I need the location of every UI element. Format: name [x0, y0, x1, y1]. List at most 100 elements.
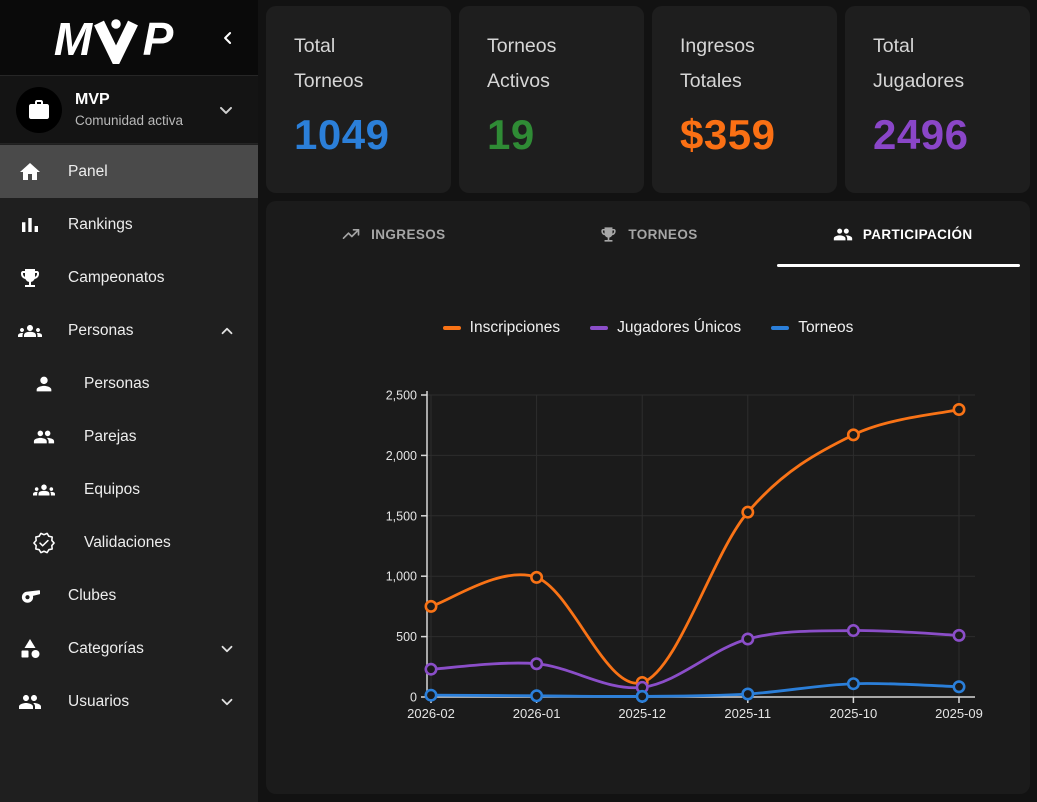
whistle-icon	[18, 584, 42, 608]
main-content: Total Torneos 1049 Torneos Activos 19 In…	[258, 0, 1037, 802]
chart-panel: INGRESOS TORNEOS PARTICIPACIÓN Inscripci…	[266, 201, 1030, 794]
app-root: M P MVP Comunidad activa Panel	[0, 0, 1037, 802]
svg-text:500: 500	[396, 630, 417, 644]
tab-participacion[interactable]: PARTICIPACIÓN	[775, 201, 1030, 267]
sidebar-item-label: Rankings	[68, 216, 133, 234]
sidebar-item-rankings[interactable]: Rankings	[0, 198, 258, 251]
svg-text:2025-10: 2025-10	[830, 706, 878, 721]
legend-label: Torneos	[798, 319, 853, 337]
svg-text:M: M	[54, 13, 94, 64]
sidebar: M P MVP Comunidad activa Panel	[0, 0, 258, 802]
groups-icon	[18, 319, 42, 343]
category-icon	[18, 637, 42, 661]
groups-icon	[33, 479, 55, 501]
stat-card-ingresos-totales: Ingresos Totales $359	[652, 6, 837, 193]
legend-item[interactable]: Torneos	[771, 319, 853, 337]
svg-text:2025-12: 2025-12	[618, 706, 666, 721]
chevron-down-icon	[218, 693, 236, 711]
sidebar-item-panel[interactable]: Panel	[0, 145, 258, 198]
people-icon	[833, 224, 853, 244]
svg-text:1,500: 1,500	[386, 509, 417, 523]
sidebar-item-label: Categorías	[68, 640, 144, 658]
sidebar-item-campeonatos[interactable]: Campeonatos	[0, 251, 258, 304]
community-text: MVP Comunidad activa	[75, 90, 203, 130]
verified-badge-icon	[33, 532, 55, 554]
legend-label: Inscripciones	[470, 319, 560, 337]
home-icon	[18, 160, 42, 184]
person-icon	[33, 373, 55, 395]
sidebar-nav: Panel Rankings Campeonatos Personas Pers…	[0, 144, 258, 802]
sidebar-item-label: Validaciones	[84, 534, 171, 552]
stat-label: Total Torneos	[294, 29, 423, 99]
stat-card-total-torneos: Total Torneos 1049	[266, 6, 451, 193]
community-name: MVP	[75, 90, 203, 110]
sidebar-item-personas[interactable]: Personas	[0, 357, 258, 410]
legend-item[interactable]: Jugadores Únicos	[590, 319, 741, 337]
community-selector[interactable]: MVP Comunidad activa	[0, 76, 258, 144]
participation-chart: 0 500 1,000 1,500 2,000 2,500 2026-02 2026-01 20…	[372, 385, 1012, 730]
svg-text:2,000: 2,000	[386, 449, 417, 463]
svg-text:P: P	[143, 13, 174, 64]
stat-card-total-jugadores: Total Jugadores 2496	[845, 6, 1030, 193]
people-icon	[18, 690, 42, 714]
stat-value: $359	[680, 111, 809, 159]
sidebar-item-label: Usuarios	[68, 693, 129, 711]
legend-dash-icon	[590, 326, 608, 331]
chevron-up-icon	[218, 322, 236, 340]
sidebar-item-label: Campeonatos	[68, 269, 165, 287]
chart-legend: Inscripciones Jugadores Únicos Torneos	[266, 319, 1030, 337]
sidebar-item-validaciones[interactable]: Validaciones	[0, 516, 258, 569]
people-icon	[33, 426, 55, 448]
sidebar-item-label: Personas	[68, 322, 133, 340]
legend-dash-icon	[771, 326, 789, 331]
sidebar-item-usuarios[interactable]: Usuarios	[0, 675, 258, 728]
sidebar-item-label: Parejas	[84, 428, 137, 446]
sidebar-item-parejas[interactable]: Parejas	[0, 410, 258, 463]
chevron-down-icon	[218, 640, 236, 658]
trophy-icon	[18, 266, 42, 290]
legend-label: Jugadores Únicos	[617, 319, 741, 337]
stats-row: Total Torneos 1049 Torneos Activos 19 In…	[266, 6, 1030, 193]
chart-tabs: INGRESOS TORNEOS PARTICIPACIÓN	[266, 201, 1030, 267]
svg-text:0: 0	[410, 691, 417, 705]
svg-text:2025-11: 2025-11	[724, 706, 771, 721]
tab-label: TORNEOS	[628, 227, 697, 242]
briefcase-icon	[27, 98, 51, 122]
sidebar-item-clubes[interactable]: Clubes	[0, 569, 258, 622]
sidebar-item-categorias[interactable]: Categorías	[0, 622, 258, 675]
stat-card-torneos-activos: Torneos Activos 19	[459, 6, 644, 193]
svg-text:2025-09: 2025-09	[935, 706, 983, 721]
sidebar-item-personas-group[interactable]: Personas	[0, 304, 258, 357]
tab-label: INGRESOS	[371, 227, 445, 242]
sidebar-collapse-button[interactable]	[216, 26, 240, 53]
tab-label: PARTICIPACIÓN	[863, 227, 973, 242]
logo-bar: M P	[0, 0, 258, 76]
svg-text:1,000: 1,000	[386, 570, 417, 584]
chevron-left-icon	[218, 28, 238, 48]
chevron-down-icon	[216, 100, 236, 120]
chart-area: 0 500 1,000 1,500 2,000 2,500 2026-02 2026-01 20…	[372, 385, 1030, 730]
trophy-icon	[598, 224, 618, 244]
legend-item[interactable]: Inscripciones	[443, 319, 560, 337]
svg-text:2,500: 2,500	[386, 389, 417, 403]
stat-value: 19	[487, 111, 616, 159]
community-avatar	[16, 87, 62, 133]
tab-ingresos[interactable]: INGRESOS	[266, 201, 521, 267]
community-subtitle: Comunidad activa	[75, 112, 203, 130]
sidebar-item-label: Panel	[68, 163, 108, 181]
svg-text:2026-01: 2026-01	[513, 706, 561, 721]
svg-text:2026-02: 2026-02	[407, 706, 455, 721]
stat-value: 1049	[294, 111, 423, 159]
stat-label: Torneos Activos	[487, 29, 616, 99]
stat-label: Ingresos Totales	[680, 29, 809, 99]
sidebar-item-label: Equipos	[84, 481, 140, 499]
bar-chart-icon	[18, 213, 42, 237]
sidebar-item-label: Personas	[84, 375, 149, 393]
tab-torneos[interactable]: TORNEOS	[521, 201, 776, 267]
mvp-logo: M P	[50, 12, 182, 64]
stat-label: Total Jugadores	[873, 29, 1002, 99]
sidebar-item-label: Clubes	[68, 587, 116, 605]
trending-up-icon	[341, 224, 361, 244]
sidebar-item-equipos[interactable]: Equipos	[0, 463, 258, 516]
stat-value: 2496	[873, 111, 1002, 159]
